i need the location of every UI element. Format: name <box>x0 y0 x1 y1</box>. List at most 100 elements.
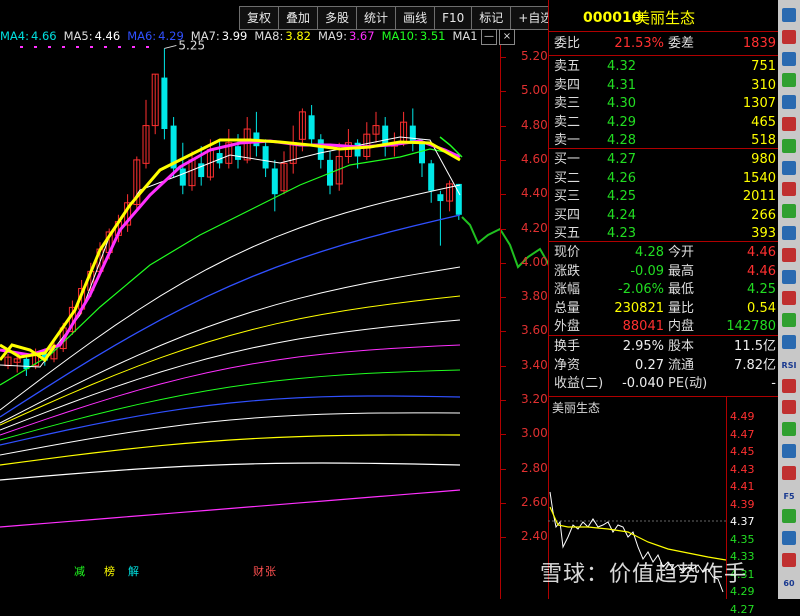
stat-label: 涨跌 <box>554 263 581 279</box>
sidebar-tool-icon[interactable] <box>782 378 796 393</box>
asks-price: 4.31 <box>607 77 636 93</box>
price-tick: 2.80 <box>521 460 548 475</box>
price-tick: 3.40 <box>521 357 548 372</box>
sidebar-tool-icon[interactable] <box>782 269 796 284</box>
sidebar-tool-icon[interactable] <box>782 138 796 153</box>
ma-name: MA4: <box>0 29 29 43</box>
mini-avg-line <box>549 506 726 561</box>
toolbar-button[interactable]: 叠加 <box>278 6 318 30</box>
price-tick-mark <box>501 331 506 333</box>
candle-body <box>308 115 315 140</box>
asks-row: 卖五 4.32 751 <box>549 57 779 76</box>
ma-dot <box>76 46 79 48</box>
bids-volume: 980 <box>751 152 776 167</box>
price-tick: 4.80 <box>521 117 548 132</box>
toolbar-button[interactable]: 复权 <box>239 6 279 30</box>
fundamental-label: 净资 <box>554 357 581 373</box>
sidebar-tool-icon[interactable] <box>782 8 796 22</box>
ma-value: 3.82 <box>285 29 311 43</box>
fundamental-label: 流通 <box>668 357 695 373</box>
sidebar-tool-icon[interactable] <box>782 95 796 110</box>
sidebar-tool-icon[interactable] <box>782 313 796 328</box>
sidebar-tool-icon[interactable] <box>782 117 796 131</box>
sidebar-tool-icon[interactable] <box>782 422 796 437</box>
fundamental-value: 2.95% <box>622 339 664 354</box>
sidebar-tool-icon[interactable] <box>782 553 796 567</box>
close-icon[interactable]: × <box>499 29 515 45</box>
sidebar-tool-icon[interactable] <box>782 509 796 524</box>
toolbar-button[interactable]: F10 <box>434 6 472 30</box>
asks-label: 卖四 <box>554 77 581 93</box>
price-tick: 3.60 <box>521 323 548 338</box>
asks-volume: 310 <box>751 77 776 93</box>
ma-value: 4.46 <box>94 29 121 43</box>
high-marker-line <box>164 44 177 49</box>
sidebar-tool-icon[interactable] <box>782 247 796 262</box>
stat-label: 总量 <box>554 300 581 316</box>
sidebar-tool-icon[interactable] <box>782 531 796 546</box>
fundamental-value: -0.040 <box>622 376 664 391</box>
ma-legend: MA4: 4.66 MA5: 4.46 MA6: 4.29 MA7: 3.99 MA8: 3.82… <box>0 29 480 45</box>
stock-code: 000010 <box>583 10 642 26</box>
stat-label: 外盘 <box>554 319 581 334</box>
toolbar-button[interactable]: 画线 <box>395 6 435 30</box>
sidebar-tool-icon[interactable]: RSI <box>780 357 798 375</box>
sidebar-tool-icon[interactable] <box>782 73 796 88</box>
fundamental-label: 股本 <box>668 339 695 354</box>
bids-volume: 1540 <box>742 170 776 186</box>
toolbar-button[interactable]: 多股 <box>317 6 357 30</box>
toolbar-button[interactable]: 统计 <box>356 6 396 30</box>
sidebar-tool-icon[interactable]: 60 <box>780 575 798 593</box>
ma-dot <box>90 46 93 48</box>
sidebar-tool-icon[interactable] <box>782 51 796 66</box>
weicha-value: 1839 <box>742 36 776 51</box>
price-tick-mark <box>501 159 506 161</box>
stat-value: 230821 <box>614 300 664 316</box>
ma-name: MA1 <box>452 29 478 43</box>
sidebar-tool-icon[interactable] <box>782 160 796 175</box>
ma-name: MA6: <box>127 29 157 43</box>
price-tick-mark <box>501 400 506 401</box>
toolbar-button[interactable]: 标记 <box>471 6 511 30</box>
sidebar-tool-icon[interactable] <box>782 182 796 197</box>
mini-price-tick: 4.41 <box>730 480 755 493</box>
stat-label: 涨幅 <box>554 282 581 297</box>
price-tick: 3.00 <box>521 426 548 441</box>
mini-price-tick: 4.45 <box>730 445 755 458</box>
sidebar-tool-icon[interactable]: F5 <box>780 488 798 506</box>
kline-chart[interactable]: 5.25 <box>0 38 627 599</box>
sidebar-tool-icon[interactable] <box>782 444 796 458</box>
bids-label: 买一 <box>554 152 581 167</box>
bids-volume: 2011 <box>742 189 776 204</box>
ma-name: MA10: <box>381 29 418 43</box>
ma-legend-item: MA9: 3.67 <box>318 29 375 45</box>
mini-price-tick: 4.49 <box>730 410 755 423</box>
stat-label: 量比 <box>668 300 695 316</box>
bids-label: 买三 <box>554 189 581 204</box>
asks-label: 卖三 <box>554 96 581 111</box>
sidebar-tool-icon[interactable] <box>782 400 796 415</box>
sidebar-tool-icon[interactable] <box>782 335 796 349</box>
price-tick-mark <box>501 297 506 299</box>
bids-label: 买二 <box>554 170 581 186</box>
price-tick-mark <box>501 228 506 230</box>
fundamental-label: 收益(二) <box>554 376 604 391</box>
sidebar-tool-icon[interactable] <box>782 465 796 480</box>
asks-row: 卖三 4.30 1307 <box>549 94 779 113</box>
price-tick: 2.40 <box>521 529 548 544</box>
bids-volume: 266 <box>751 207 776 223</box>
ma-dot <box>146 46 149 48</box>
minimize-icon[interactable]: — <box>481 29 497 45</box>
sidebar-tool-icon[interactable] <box>782 291 796 306</box>
fundamental-value: 11.5亿 <box>734 339 776 354</box>
asks-price: 4.32 <box>607 59 636 74</box>
ma-legend-item: MA8: 3.82 <box>254 29 311 45</box>
sidebar-tool-icon[interactable] <box>782 29 796 44</box>
price-axis: 5.20 5.00 4.80 4.60 4.40 4.20 4.00 3.80 3.60 3.40… <box>500 45 549 599</box>
ma-legend-item: MA4: 4.66 <box>0 29 57 45</box>
price-tick: 4.60 <box>521 151 548 166</box>
stat-value: 0.54 <box>747 300 776 316</box>
sidebar-tool-icon[interactable] <box>782 226 796 240</box>
weibi-value: 21.53% <box>614 36 664 51</box>
sidebar-tool-icon[interactable] <box>782 204 796 219</box>
